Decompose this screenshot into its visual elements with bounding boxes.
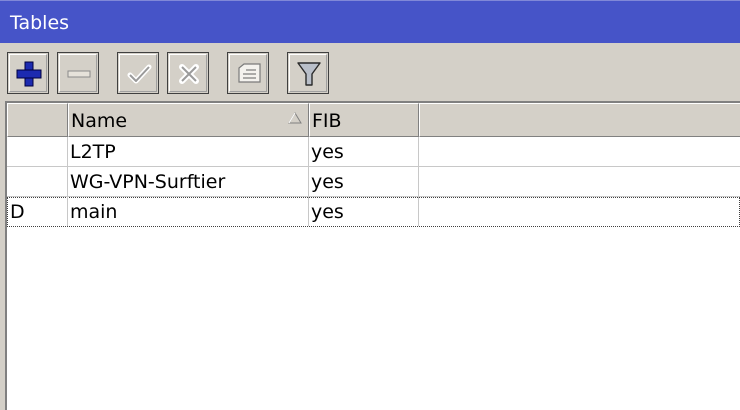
filter-icon: [297, 62, 321, 86]
column-header-flags[interactable]: [7, 103, 68, 137]
toolbar: [0, 43, 740, 101]
flag-cell: [7, 137, 68, 166]
check-icon: [127, 64, 152, 84]
enable-button[interactable]: [117, 52, 159, 94]
comment-icon: [238, 63, 261, 83]
flag-cell: [7, 167, 68, 196]
table-row[interactable]: WG-VPN-Surftier yes: [7, 167, 740, 197]
tables-list[interactable]: Name FIB L2TP yes WG-VPN-Surftier yes D …: [5, 101, 740, 410]
cross-icon: [179, 64, 199, 84]
table-row-selected[interactable]: D main yes: [7, 197, 740, 227]
window-title: Tables: [10, 12, 70, 34]
plus-icon: [16, 61, 42, 87]
name-cell: L2TP: [68, 137, 309, 166]
remove-button[interactable]: [57, 52, 99, 94]
name-cell: main: [68, 197, 309, 226]
disable-button[interactable]: [167, 52, 209, 94]
window-titlebar[interactable]: Tables: [0, 0, 740, 43]
fib-cell: yes: [309, 167, 419, 196]
table-row[interactable]: L2TP yes: [7, 137, 740, 167]
comment-button[interactable]: [227, 52, 269, 94]
name-cell: WG-VPN-Surftier: [68, 167, 309, 196]
filter-button[interactable]: [287, 52, 329, 94]
sort-ascending-icon: [288, 112, 302, 124]
fib-cell: yes: [309, 197, 419, 226]
column-header-name[interactable]: Name: [68, 103, 309, 137]
column-header-filler: [419, 103, 740, 137]
column-header-fib[interactable]: FIB: [309, 103, 419, 137]
flag-cell: D: [8, 197, 68, 226]
add-button[interactable]: [7, 52, 49, 94]
minus-icon: [67, 70, 91, 78]
fib-cell: yes: [309, 137, 419, 166]
